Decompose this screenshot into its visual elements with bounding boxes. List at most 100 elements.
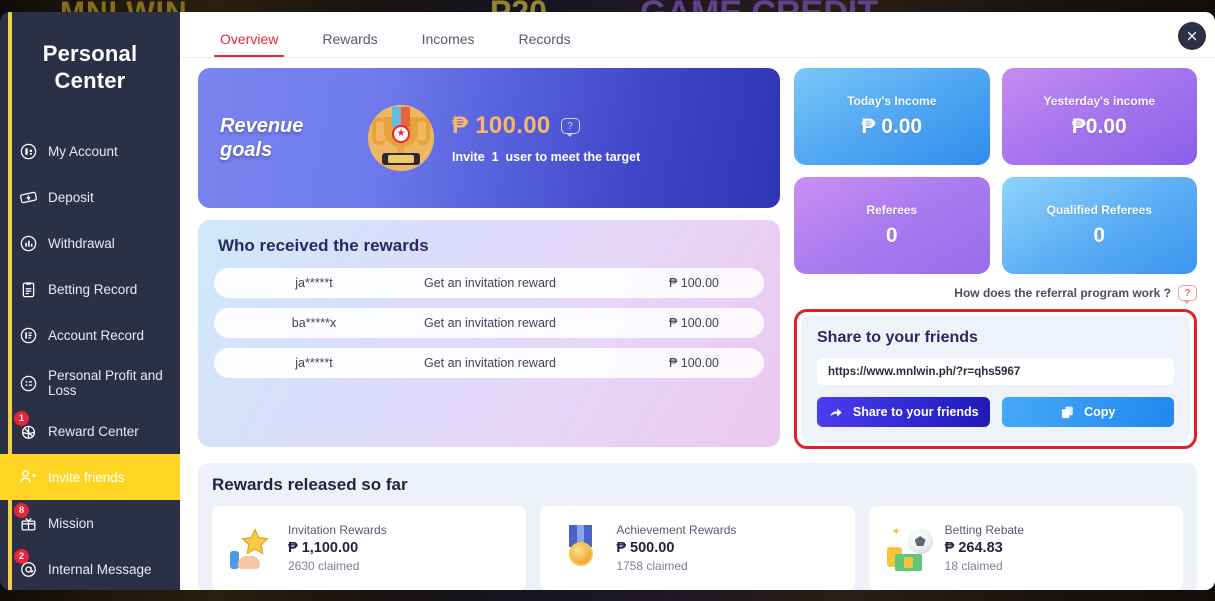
reward-row-amount: ₱ 100.00 bbox=[668, 276, 720, 290]
sidebar-item-label: Account Record bbox=[48, 327, 145, 343]
referral-help-line[interactable]: How does the referral program work ? ? bbox=[794, 285, 1197, 304]
profit-loss-icon bbox=[18, 373, 38, 393]
released-card-betting-rebate: ✦ Betting Rebate ₱ 264.83 18 claimed bbox=[868, 506, 1183, 590]
stat-label: Today's Income bbox=[847, 94, 937, 108]
share-title: Share to your friends bbox=[817, 329, 978, 346]
released-card-name: Betting Rebate bbox=[944, 523, 1025, 537]
share-card: Share to your friends https://www.mnlwin… bbox=[801, 316, 1190, 442]
trophy-icon: ★ bbox=[368, 105, 434, 171]
reward-row-user: ba*****x bbox=[291, 316, 337, 330]
table-row: ba*****x Get an invitation reward ₱ 100.… bbox=[214, 308, 764, 338]
table-row: ja*****t Get an invitation reward ₱ 100.… bbox=[214, 268, 764, 298]
share-highlight-border: Share to your friends https://www.mnlwin… bbox=[794, 309, 1197, 449]
sidebar-item-label: Withdrawal bbox=[48, 235, 115, 251]
invite-friends-icon bbox=[18, 467, 38, 487]
released-card-achievement-rewards: Achievement Rewards ₱ 500.00 1758 claime… bbox=[540, 506, 855, 590]
released-card-name: Invitation Rewards bbox=[288, 523, 387, 537]
sidebar-badge-reward-center: 1 bbox=[14, 411, 29, 426]
sidebar-item-account-record[interactable]: Account Record bbox=[0, 312, 180, 358]
sidebar-item-label: Reward Center bbox=[48, 423, 139, 439]
stat-value: 0 bbox=[1093, 224, 1106, 247]
stat-card-referees: Referees 0 bbox=[794, 177, 990, 274]
released-card-claimed: 18 claimed bbox=[944, 559, 1003, 573]
reward-row-user: ja*****t bbox=[295, 276, 333, 290]
released-card-amount: ₱ 500.00 bbox=[616, 540, 675, 556]
stats-grid: Today's Income ₱ 0.00 Yesterday's income… bbox=[794, 68, 1197, 274]
revenue-goals-amount: ₱ 100.00 bbox=[452, 112, 551, 139]
referral-help-text: How does the referral program work ? bbox=[954, 286, 1171, 300]
released-card-invitation-rewards: Invitation Rewards ₱ 1,100.00 2630 claim… bbox=[212, 506, 527, 590]
sidebar-item-reward-center[interactable]: 1 Reward Center bbox=[0, 408, 180, 454]
released-card-name: Achievement Rewards bbox=[616, 523, 737, 537]
stat-value: ₱0.00 bbox=[1071, 115, 1127, 138]
sidebar-item-invite-friends[interactable]: Invite friends bbox=[0, 454, 180, 500]
content-panel: Overview Rewards Incomes Records Revenue… bbox=[180, 12, 1215, 590]
stat-card-todays-income: Today's Income ₱ 0.00 bbox=[794, 68, 990, 165]
sidebar-item-mission[interactable]: 8 Mission bbox=[0, 500, 180, 546]
sidebar-item-label: Betting Record bbox=[48, 281, 138, 297]
sidebar-item-my-account[interactable]: My Account bbox=[0, 128, 180, 174]
sidebar-item-label: Mission bbox=[48, 515, 94, 531]
sidebar-item-internal-message[interactable]: 2 Internal Message bbox=[0, 546, 180, 590]
revenue-goals-card: Revenue goals ★ ₱ 100.00 ? Invite 1 user… bbox=[198, 68, 780, 208]
sidebar-item-label: Deposit bbox=[48, 189, 94, 205]
share-to-friends-button[interactable]: Share to your friends bbox=[817, 397, 990, 427]
overview-body: Revenue goals ★ ₱ 100.00 ? Invite 1 user… bbox=[180, 58, 1215, 590]
revenue-goals-title-line2: goals bbox=[220, 139, 273, 161]
stat-label: Referees bbox=[866, 203, 918, 217]
sidebar-item-withdrawal[interactable]: Withdrawal bbox=[0, 220, 180, 266]
released-card-amount: ₱ 1,100.00 bbox=[288, 540, 359, 556]
account-record-icon bbox=[18, 325, 38, 345]
clipboard-icon bbox=[18, 279, 38, 299]
withdrawal-chart-icon bbox=[18, 233, 38, 253]
revenue-goals-help-icon[interactable]: ? bbox=[560, 118, 580, 137]
sidebar-badge-mission: 8 bbox=[14, 503, 29, 518]
reward-row-amount: ₱ 100.00 bbox=[668, 356, 720, 370]
sidebar-item-label: My Account bbox=[48, 143, 118, 159]
rewards-released-section: Rewards released so far Invitation Rewar… bbox=[198, 463, 1197, 590]
account-circle-icon bbox=[18, 141, 38, 161]
revenue-goals-subtitle: Invite 1 user to meet the target bbox=[452, 150, 641, 164]
sidebar-item-deposit[interactable]: Deposit bbox=[0, 174, 180, 220]
copy-link-button[interactable]: Copy bbox=[1001, 397, 1174, 427]
reward-row-description: Get an invitation reward bbox=[424, 316, 557, 330]
medal-star-icon: ★ bbox=[392, 125, 410, 143]
sidebar-item-label: Internal Message bbox=[48, 561, 152, 577]
money-ball-icon: ✦ bbox=[886, 525, 933, 571]
sidebar-item-betting-record[interactable]: Betting Record bbox=[0, 266, 180, 312]
sidebar-item-label: Personal Profit and Loss bbox=[48, 368, 163, 398]
released-card-claimed: 2630 claimed bbox=[288, 559, 360, 573]
copy-button-label: Copy bbox=[1084, 405, 1116, 419]
who-received-rewards-title: Who received the rewards bbox=[218, 236, 429, 255]
reward-row-user: ja*****t bbox=[295, 356, 333, 370]
copy-icon bbox=[1060, 405, 1075, 420]
referral-help-icon[interactable]: ? bbox=[1178, 285, 1197, 304]
star-hand-icon bbox=[230, 525, 276, 571]
revenue-goals-title-line1: Revenue bbox=[220, 115, 304, 137]
tab-overview[interactable]: Overview bbox=[202, 31, 296, 57]
sidebar-item-personal-profit-and-loss[interactable]: Personal Profit and Loss bbox=[0, 358, 180, 408]
referral-link-field[interactable]: https://www.mnlwin.ph/?r=qhs5967 bbox=[817, 358, 1174, 385]
sidebar-item-label: Invite friends bbox=[48, 469, 125, 485]
released-card-amount: ₱ 264.83 bbox=[944, 540, 1003, 556]
page-title-line1: Personal bbox=[42, 41, 138, 66]
stat-card-yesterdays-income: Yesterday's income ₱0.00 bbox=[1001, 68, 1197, 165]
stat-card-qualified-referees: Qualified Referees 0 bbox=[1001, 177, 1197, 274]
sidebar: Personal Center My Account Deposit Withd… bbox=[0, 12, 180, 590]
tab-incomes[interactable]: Incomes bbox=[404, 31, 493, 57]
stat-label: Yesterday's income bbox=[1043, 94, 1156, 108]
share-button-label: Share to your friends bbox=[852, 405, 979, 419]
sidebar-badge-internal-message: 2 bbox=[14, 549, 29, 564]
who-received-rewards-card: Who received the rewards ja*****t Get an… bbox=[198, 220, 780, 447]
revenue-goals-title: Revenue goals bbox=[220, 114, 350, 162]
revenue-goals-invite-count: 1 bbox=[491, 150, 499, 164]
share-arrow-icon bbox=[828, 405, 844, 420]
tab-rewards[interactable]: Rewards bbox=[304, 31, 395, 57]
page-title: Personal Center bbox=[0, 32, 180, 94]
close-icon[interactable] bbox=[1178, 22, 1206, 50]
personal-center-modal: Personal Center My Account Deposit Withd… bbox=[0, 12, 1215, 590]
stat-label: Qualified Referees bbox=[1046, 203, 1152, 217]
tab-records[interactable]: Records bbox=[501, 31, 589, 57]
reward-row-description: Get an invitation reward bbox=[424, 356, 557, 370]
table-row: ja*****t Get an invitation reward ₱ 100.… bbox=[214, 348, 764, 378]
